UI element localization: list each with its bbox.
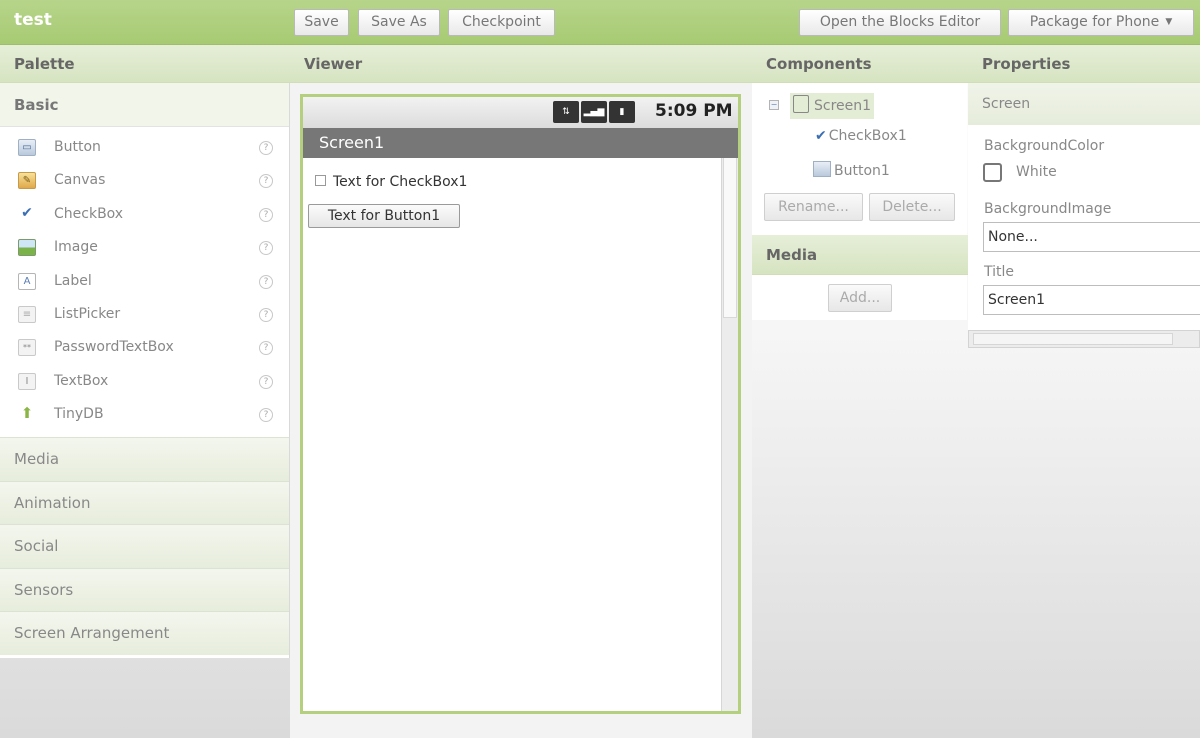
- canvas-icon: ✎: [18, 172, 36, 190]
- palette-item-list: ▭ Button ? ✎ Canvas ? ✔ CheckBox ? Image…: [0, 127, 289, 437]
- palette-item-label: CheckBox: [54, 205, 124, 222]
- help-icon[interactable]: ?: [259, 141, 273, 155]
- phone-preview: ⇅ ▂▄▆ ▮ 5:09 PM Screen1 Text for CheckBox1…: [300, 94, 741, 714]
- tree-item-screen1[interactable]: Screen1: [790, 93, 875, 119]
- palette-category-social[interactable]: Social: [0, 524, 289, 568]
- palette-item-label: Button: [54, 139, 101, 155]
- passwordtextbox-icon: **: [18, 339, 36, 357]
- palette-category-sensors[interactable]: Sensors: [0, 567, 289, 612]
- button-icon: ▭: [18, 139, 36, 156]
- tree-item-button1[interactable]: Button1: [813, 161, 890, 179]
- components-header: Components: [752, 45, 968, 83]
- palette-item-label: Canvas: [54, 172, 106, 189]
- status-time: 5:09 PM: [655, 101, 733, 121]
- tinydb-icon: ⬆: [18, 406, 36, 424]
- help-icon[interactable]: ?: [259, 241, 273, 256]
- network-icon: ⇅: [553, 101, 579, 123]
- phone-screen-icon: [793, 95, 809, 113]
- package-for-phone-dropdown[interactable]: Package for Phone ▼: [1008, 9, 1194, 36]
- tree-item-label: Screen1: [814, 98, 872, 114]
- add-media-button[interactable]: Add...: [828, 284, 892, 312]
- palette-category-animation[interactable]: Animation: [0, 480, 289, 525]
- palette-panel: Basic ▭ Button ? ✎ Canvas ? ✔ CheckBox ?…: [0, 83, 290, 658]
- viewer-scrollbar[interactable]: [721, 158, 738, 711]
- help-icon[interactable]: ?: [259, 374, 273, 389]
- title-field[interactable]: Screen1: [983, 285, 1200, 315]
- properties-component-name: Screen: [968, 83, 1200, 125]
- help-icon[interactable]: ?: [259, 274, 273, 289]
- battery-icon: ▮: [609, 101, 635, 123]
- status-icons: ⇅ ▂▄▆ ▮: [553, 101, 637, 123]
- tree-item-label: Button1: [834, 163, 890, 179]
- project-title: test: [14, 10, 52, 30]
- signal-icon: ▂▄▆: [581, 101, 607, 123]
- palette-item-label: TextBox: [54, 372, 109, 389]
- palette-category-basic[interactable]: Basic: [0, 83, 289, 127]
- preview-button[interactable]: Text for Button1: [308, 204, 460, 228]
- tree-item-label: CheckBox1: [828, 128, 907, 144]
- screen-title-bar: Screen1: [303, 128, 738, 158]
- palette-item-passwordtextbox[interactable]: ** PasswordTextBox ?: [0, 331, 289, 364]
- help-icon[interactable]: ?: [259, 174, 273, 189]
- open-blocks-editor-button[interactable]: Open the Blocks Editor: [799, 9, 1001, 36]
- help-icon[interactable]: ?: [259, 408, 273, 423]
- package-label: Package for Phone: [1029, 14, 1160, 30]
- palette-item-tinydb[interactable]: ⬆ TinyDB ?: [0, 398, 289, 431]
- checkpoint-button[interactable]: Checkpoint: [448, 9, 555, 36]
- phone-status-bar: ⇅ ▂▄▆ ▮ 5:09 PM: [303, 97, 738, 128]
- listpicker-icon: ≡: [18, 305, 36, 323]
- image-icon: [18, 239, 36, 257]
- button-icon: [813, 161, 831, 177]
- palette-item-image[interactable]: Image ?: [0, 231, 289, 264]
- viewer-scrollbar-thumb[interactable]: [723, 158, 737, 318]
- label-icon: A: [18, 272, 36, 290]
- background-color-value[interactable]: White: [1016, 164, 1057, 180]
- palette-item-label: TinyDB: [54, 406, 104, 423]
- dropdown-caret-icon: ▼: [1165, 17, 1173, 27]
- preview-checkbox[interactable]: Text for CheckBox1: [315, 174, 467, 190]
- palette-item-label: Label: [54, 272, 92, 289]
- palette-item-label[interactable]: A Label ?: [0, 265, 289, 298]
- palette-category-media[interactable]: Media: [0, 437, 289, 481]
- top-bar: test Save Save As Checkpoint Open the Bl…: [0, 0, 1200, 45]
- palette-item-label: ListPicker: [54, 305, 121, 322]
- help-icon[interactable]: ?: [259, 207, 273, 222]
- palette-item-checkbox[interactable]: ✔ CheckBox ?: [0, 198, 289, 231]
- checkbox-icon: ✔: [815, 128, 827, 144]
- background-image-label: BackgroundImage: [984, 201, 1112, 217]
- palette-item-listpicker[interactable]: ≡ ListPicker ?: [0, 298, 289, 331]
- rename-button[interactable]: Rename...: [764, 193, 863, 221]
- properties-header: Properties: [968, 45, 1200, 83]
- tree-item-checkbox1[interactable]: ✔ CheckBox1: [815, 128, 907, 144]
- checkbox-square-icon[interactable]: [315, 175, 326, 186]
- save-as-button[interactable]: Save As: [358, 9, 440, 36]
- properties-scrollbar-thumb[interactable]: [973, 333, 1173, 345]
- preview-checkbox-label: Text for CheckBox1: [333, 174, 468, 190]
- title-label: Title: [984, 264, 1015, 280]
- background-color-label: BackgroundColor: [984, 138, 1105, 154]
- media-header: Media: [752, 235, 968, 275]
- textbox-icon: I: [18, 372, 36, 390]
- help-icon[interactable]: ?: [259, 307, 273, 322]
- viewer-header: Viewer: [290, 45, 752, 83]
- palette-item-label: Image: [54, 239, 98, 256]
- delete-button[interactable]: Delete...: [869, 193, 955, 221]
- palette-item-canvas[interactable]: ✎ Canvas ?: [0, 164, 289, 197]
- save-button[interactable]: Save: [294, 9, 349, 36]
- palette-item-textbox[interactable]: I TextBox ?: [0, 365, 289, 398]
- palette-item-button[interactable]: ▭ Button ?: [0, 131, 289, 164]
- tree-collapse-icon[interactable]: −: [769, 100, 779, 110]
- background-color-swatch[interactable]: [983, 163, 1002, 182]
- background-image-field[interactable]: None...: [983, 222, 1200, 252]
- palette-header: Palette: [0, 45, 290, 83]
- checkbox-icon: ✔: [18, 205, 36, 223]
- palette-item-label: PasswordTextBox: [54, 339, 174, 356]
- help-icon[interactable]: ?: [259, 341, 273, 356]
- palette-category-screen-arrangement[interactable]: Screen Arrangement: [0, 611, 289, 655]
- properties-horizontal-scrollbar[interactable]: [968, 330, 1200, 348]
